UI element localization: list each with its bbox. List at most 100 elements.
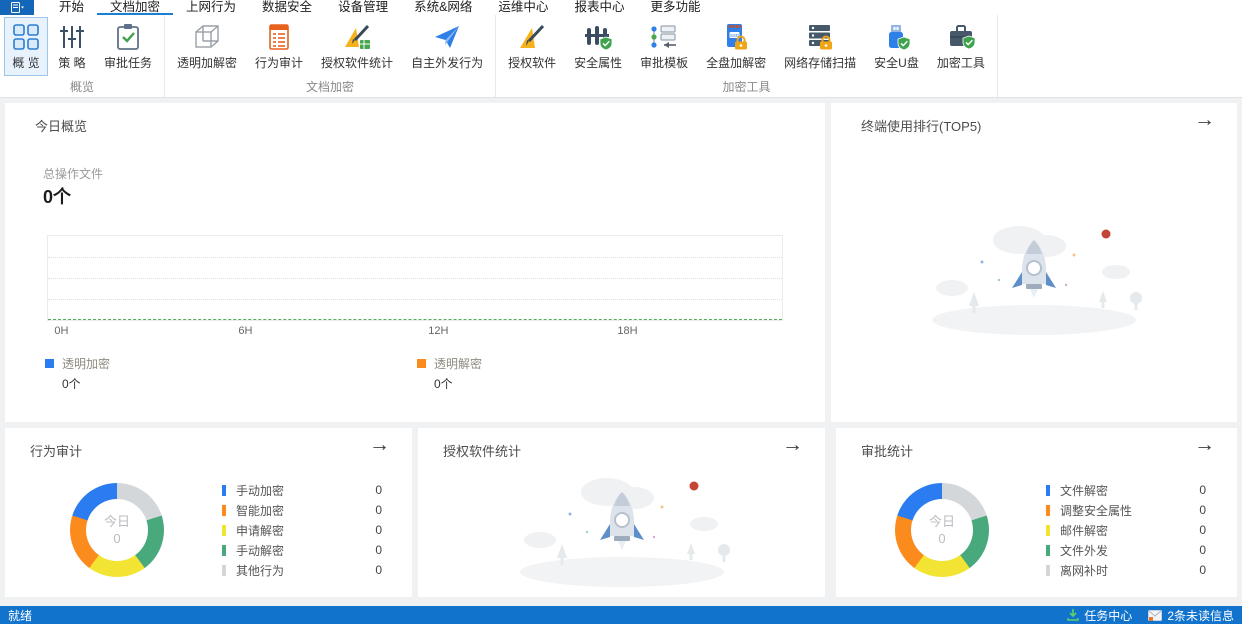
usb-shield-icon — [889, 25, 911, 51]
tab-start[interactable]: 开始 — [46, 0, 97, 15]
tab-ops-center[interactable]: 运维中心 — [485, 0, 561, 15]
ribbon-item-policy[interactable]: 策 略 — [50, 17, 94, 76]
ssd-lock-icon: SSD — [727, 24, 749, 51]
unread-messages-button[interactable]: 2条未读信息 — [1148, 607, 1234, 624]
approval-clipboard-icon — [117, 24, 139, 50]
ribbon-item-label: 授权软件统计 — [321, 56, 394, 70]
ribbon-toolbar: 概 览 策 略 审批任务 概览 透明加解密 行为审计 授权软件统计 自主外发行为… — [0, 15, 1242, 98]
flow-template-icon — [651, 25, 677, 48]
task-center-label: 任务中心 — [1084, 608, 1133, 623]
ribbon-item-authorized-software[interactable]: 授权软件 — [500, 17, 564, 76]
ribbon-item-fulldisk-encryption[interactable]: SSD 全盘加解密 — [698, 17, 774, 76]
legend-swatch — [45, 359, 54, 368]
total-files-label: 总操作文件 — [43, 167, 104, 181]
total-files-value: 0个 — [43, 187, 72, 207]
tab-more-functions[interactable]: 更多功能 — [637, 0, 713, 15]
tab-report-center[interactable]: 报表中心 — [561, 0, 637, 15]
tab-web-behavior[interactable]: 上网行为 — [173, 0, 249, 15]
audit-list-icon — [269, 24, 289, 50]
card-today-overview: 今日概览 总操作文件 0个 0H 6H 12H 18H 透明加密 0个 透明解密… — [5, 103, 825, 422]
tab-device-management[interactable]: 设备管理 — [325, 0, 401, 15]
legend-row: 申请解密 0 — [222, 520, 382, 540]
ribbon-group-overview: 概 览 策 略 审批任务 概览 — [0, 15, 166, 97]
ribbon-item-network-storage-scan[interactable]: 网络存储扫描 — [776, 17, 864, 76]
card-title: 行为审计 — [30, 444, 83, 459]
legend-row: 调整安全属性 0 — [1046, 500, 1206, 520]
unread-messages-label: 2条未读信息 — [1167, 608, 1234, 623]
card-title: 终端使用排行(TOP5) — [861, 119, 982, 134]
legend-row: 文件解密 0 — [1046, 480, 1206, 500]
donut-legend: 文件解密 0 调整安全属性 0 邮件解密 0 文件外发 0 离网补时 0 — [1046, 480, 1206, 580]
legend-label: 透明加密 — [62, 357, 111, 371]
x-tick: 6H — [238, 325, 253, 337]
legend-transparent-decryption: 透明解密 0个 — [417, 355, 482, 392]
ribbon-group-label: 文档加密 — [306, 80, 355, 94]
ribbon-item-approval-template[interactable]: 审批模板 — [632, 17, 696, 76]
paper-plane-icon — [435, 26, 460, 48]
ribbon-item-overview[interactable]: 概 览 — [4, 17, 48, 76]
fence-shield-icon — [585, 26, 613, 51]
setsquare-pencil-icon — [520, 24, 545, 48]
x-tick: 18H — [617, 325, 638, 337]
task-center-button[interactable]: 任务中心 — [1067, 607, 1132, 624]
briefcase-shield-icon — [949, 25, 975, 50]
ribbon-group-encryption-tools: 授权软件 安全属性 审批模板 SSD 全盘加解密 网络存储扫描 安全U盘 加密工… — [496, 15, 998, 97]
ribbon-item-label: 审批任务 — [104, 56, 153, 70]
x-tick: 0H — [54, 325, 69, 337]
ribbon-item-label: 行为审计 — [255, 56, 304, 70]
card-authorized-software-stats: 授权软件统计 → — [418, 428, 825, 597]
tab-document-encryption[interactable]: 文档加密 — [97, 0, 174, 15]
ribbon-item-outgoing-behavior[interactable]: 自主外发行为 — [403, 17, 491, 76]
ribbon-item-label: 审批模板 — [640, 56, 689, 70]
ribbon-item-label: 安全属性 — [574, 56, 623, 70]
card-title: 今日概览 — [35, 119, 88, 134]
legend-transparent-encryption: 透明加密 0个 — [45, 355, 110, 392]
legend-swatch — [417, 359, 426, 368]
empty-state-rocket-illustration — [932, 226, 1142, 335]
arrow-right-icon[interactable]: → — [782, 434, 803, 455]
ribbon-item-encryption-tools[interactable]: 加密工具 — [929, 17, 993, 76]
menu-tabs: 开始 文档加密 上网行为 数据安全 设备管理 系统&网络 运维中心 报表中心 更… — [46, 0, 713, 15]
ribbon-group-document-encryption: 透明加解密 行为审计 授权软件统计 自主外发行为 文档加密 — [165, 15, 497, 97]
tab-data-security[interactable]: 数据安全 — [249, 0, 325, 15]
download-icon — [1067, 609, 1079, 621]
donut-legend: 手动加密 0 智能加密 0 申请解密 0 手动解密 0 其他行为 0 — [222, 480, 382, 580]
ribbon-item-transparent-encryption[interactable]: 透明加解密 — [169, 17, 245, 76]
legend-row: 手动加密 0 — [222, 480, 382, 500]
ribbon-item-approval-tasks[interactable]: 审批任务 — [96, 17, 160, 76]
arrow-right-icon[interactable]: → — [1194, 109, 1215, 130]
policy-sliders-icon — [60, 26, 84, 48]
app-menu-button[interactable] — [0, 0, 34, 15]
ribbon-item-label: 安全U盘 — [874, 56, 919, 70]
legend-row: 其他行为 0 — [222, 560, 382, 580]
card-title: 授权软件统计 — [443, 444, 522, 459]
setsquare-pencil-chart-icon — [345, 24, 371, 49]
ribbon-item-label: 概 览 — [12, 56, 40, 70]
ribbon-item-label: 透明加解密 — [177, 56, 238, 70]
legend-value: 0个 — [62, 377, 81, 391]
legend-row: 手动解密 0 — [222, 540, 382, 560]
ribbon-item-behavior-audit[interactable]: 行为审计 — [247, 17, 311, 76]
line-chart-plot-area — [47, 235, 783, 321]
x-axis-ticks: 0H 6H 12H 18H — [47, 325, 783, 339]
card-terminal-ranking: 终端使用排行(TOP5) → — [831, 103, 1237, 422]
ribbon-item-secure-usb[interactable]: 安全U盘 — [866, 17, 927, 76]
legend-row: 智能加密 0 — [222, 500, 382, 520]
cube-icon — [195, 25, 219, 48]
arrow-right-icon[interactable]: → — [369, 434, 390, 455]
ribbon-item-label: 策 略 — [58, 56, 86, 70]
ribbon-item-authorized-software-stats[interactable]: 授权软件统计 — [313, 17, 401, 76]
empty-state-rocket-illustration — [520, 478, 730, 587]
legend-row: 文件外发 0 — [1046, 540, 1206, 560]
menu-bar: 开始 文档加密 上网行为 数据安全 设备管理 系统&网络 运维中心 报表中心 更… — [0, 0, 1242, 15]
legend-row: 离网补时 0 — [1046, 560, 1206, 580]
donut-center-text: 今日 0 — [928, 514, 955, 546]
arrow-right-icon[interactable]: → — [1194, 434, 1215, 455]
ribbon-item-security-attributes[interactable]: 安全属性 — [566, 17, 630, 76]
x-tick: 12H — [428, 325, 449, 337]
card-title: 审批统计 — [861, 444, 914, 459]
ribbon-item-label: 自主外发行为 — [411, 56, 484, 70]
legend-label: 透明解密 — [434, 357, 483, 371]
status-bar: 就绪 任务中心 2条未读信息 — [0, 606, 1242, 624]
tab-system-network[interactable]: 系统&网络 — [401, 0, 485, 15]
